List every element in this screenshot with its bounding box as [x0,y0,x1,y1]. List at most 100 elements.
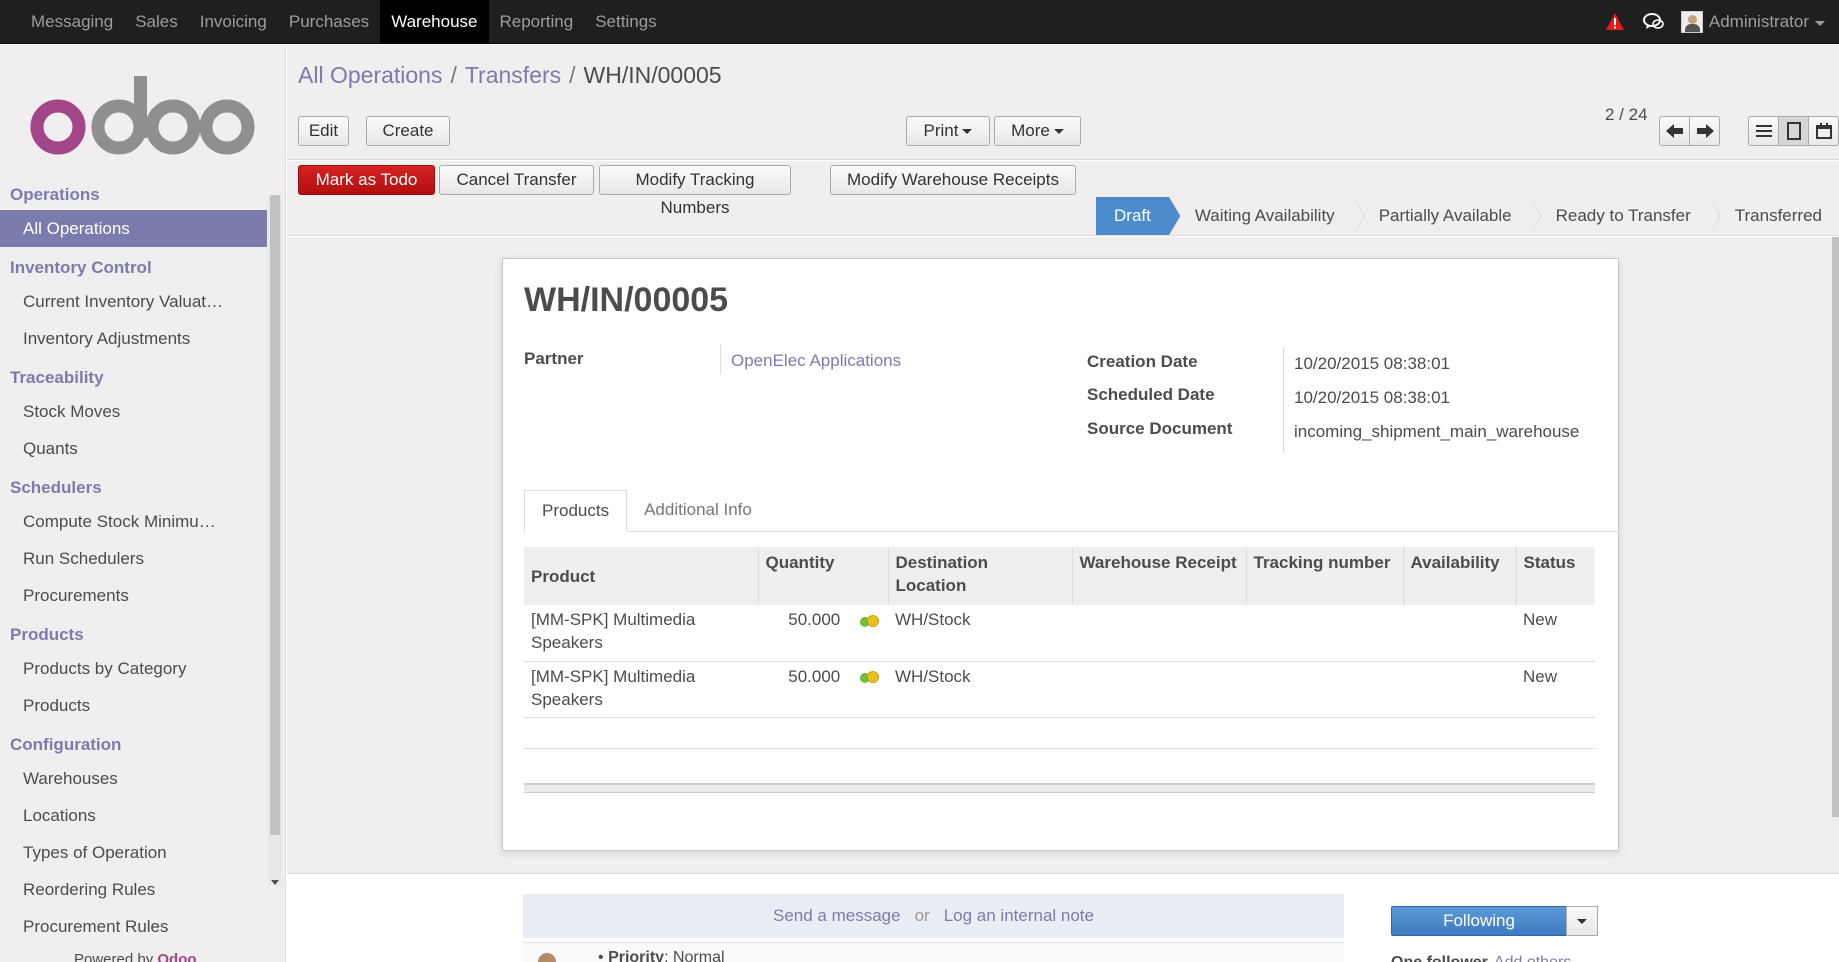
menu-reporting[interactable]: Reporting [489,0,585,44]
table-row[interactable]: [MM-SPK] Multimedia Speakers 50.000 WH/St… [524,605,1595,662]
edit-button[interactable]: Edit [298,116,349,146]
forecast-icon[interactable] [859,613,881,629]
alert-triangle-icon[interactable] [1605,12,1625,32]
caret-down-icon [962,129,973,135]
sidebar-scrollbar[interactable] [268,195,282,885]
cell-availability [1403,605,1516,662]
menu-settings[interactable]: Settings [584,0,667,44]
partner-label: Partner [524,349,584,368]
sidebar-item-run-schedulers[interactable]: Run Schedulers [0,540,267,577]
status-bar: Mark as Todo Cancel Transfer Modify Trac… [287,161,1839,236]
user-avatar[interactable] [1680,11,1703,33]
user-menu-name[interactable]: Administrator [1709,12,1809,32]
col-destination-line2: Location [895,576,967,595]
more-button[interactable]: More [994,116,1081,146]
breadcrumb-all-operations[interactable]: All Operations [298,62,442,88]
top-menu: Messaging Sales Invoicing Purchases Ware… [20,0,668,44]
following-button[interactable]: Following [1391,906,1567,936]
cell-warehouse-receipt [1072,605,1246,662]
followers-dropdown-button[interactable] [1566,906,1598,936]
cell-availability [1403,661,1516,718]
sidebar-scrollbar-thumb[interactable] [270,195,280,835]
arrow-left-icon [1665,124,1683,138]
menu-invoicing[interactable]: Invoicing [189,0,278,44]
col-availability[interactable]: Availability [1402,547,1516,605]
powered-by: Powered by Odoo [74,951,197,962]
sidebar-item-warehouses[interactable]: Warehouses [0,760,267,797]
chevron-down-icon[interactable] [1815,21,1825,26]
col-product[interactable]: Product [524,547,758,605]
pager-counter[interactable]: 2 / 24 [1605,105,1648,125]
tab-additional-info[interactable]: Additional Info [627,490,769,532]
col-status[interactable]: Status [1515,547,1595,605]
partner-link[interactable]: OpenElec Applications [731,351,901,371]
menu-sales[interactable]: Sales [124,0,189,44]
send-message-link[interactable]: Send a message [773,906,901,925]
modify-tracking-numbers-button[interactable]: Modify Tracking Numbers [599,165,791,217]
sidebar-item-products[interactable]: Products [0,687,267,724]
or-text: or [914,906,930,925]
author-avatar[interactable] [529,947,565,962]
stage-transferred[interactable]: Transferred [1709,197,1839,235]
scroll-down-arrow-icon[interactable] [271,880,279,885]
main-scrollbar[interactable] [1832,237,1839,817]
powered-by-link[interactable]: Odoo [157,951,196,962]
products-table: Product Quantity Destination Location War… [524,547,1595,718]
create-button[interactable]: Create [366,116,450,146]
sidebar-item-all-operations[interactable]: All Operations [0,210,267,247]
form-view: WH/IN/00005 Partner OpenElec Application… [287,237,1839,962]
sidebar-item-stock-moves[interactable]: Stock Moves [0,393,267,430]
sidebar-item-procurement-rules[interactable]: Procurement Rules [0,908,267,945]
sidebar-item-current-inventory-valuation[interactable]: Current Inventory Valuat… [0,283,267,320]
table-row[interactable]: [MM-SPK] Multimedia Speakers 50.000 WH/St… [524,661,1595,718]
pager-previous-button[interactable] [1659,116,1690,146]
odoo-logo[interactable] [30,70,255,165]
modify-warehouse-receipts-button[interactable]: Modify Warehouse Receipts [830,165,1076,195]
sidebar-item-types-of-operation[interactable]: Types of Operation [0,834,267,871]
scheduled-date-label: Scheduled Date [1087,385,1215,404]
tab-products[interactable]: Products [524,490,628,532]
menu-warehouse[interactable]: Warehouse [380,0,489,44]
sidebar-item-quants[interactable]: Quants [0,430,267,467]
stage-partially-available[interactable]: Partially Available [1353,197,1542,235]
col-warehouse-receipt[interactable]: Warehouse Receipt [1071,547,1246,605]
menu-messaging[interactable]: Messaging [20,0,124,44]
stage-pipeline: Draft Waiting Availability Partially Ava… [1096,197,1839,235]
sidebar: Operations All Operations Inventory Cont… [0,45,286,962]
mark-as-todo-button[interactable]: Mark as Todo [298,165,435,195]
chat-bubbles-icon[interactable] [1642,12,1665,32]
col-destination-line1: Destination [895,553,989,572]
followers-count: One follower [1391,954,1488,962]
stage-arrow-fill [1168,197,1180,235]
stage-arrow-fill [1529,197,1541,235]
menu-purchases[interactable]: Purchases [278,0,380,44]
forecast-icon[interactable] [859,669,881,685]
sidebar-item-locations[interactable]: Locations [0,797,267,834]
stage-waiting-availability[interactable]: Waiting Availability [1169,197,1365,235]
stage-transferred-label: Transferred [1734,206,1822,225]
followers-summary: One follower Add others [1391,954,1571,962]
stage-draft[interactable]: Draft [1096,197,1181,235]
quantity-value: 50.000 [788,610,841,629]
breadcrumb-transfers[interactable]: Transfers [465,62,561,88]
pager-next-button[interactable] [1689,116,1720,146]
col-quantity[interactable]: Quantity [757,547,888,605]
col-destination-location[interactable]: Destination Location [887,547,1072,605]
sidebar-item-procurements[interactable]: Procurements [0,577,267,614]
table-horizontal-scrollbar[interactable] [524,783,1595,793]
sidebar-item-inventory-adjustments[interactable]: Inventory Adjustments [0,320,267,357]
sidebar-item-products-by-category[interactable]: Products by Category [0,650,267,687]
bullet: • [598,949,604,962]
log-note-link[interactable]: Log an internal note [944,906,1094,925]
cell-product: [MM-SPK] Multimedia Speakers [524,661,758,718]
add-followers-link[interactable]: Add others [1494,954,1571,962]
sidebar-item-compute-stock-minimum[interactable]: Compute Stock Minimu… [0,503,267,540]
col-tracking-number[interactable]: Tracking number [1245,547,1403,605]
list-view-button[interactable] [1748,116,1779,146]
cancel-transfer-button[interactable]: Cancel Transfer [439,165,594,195]
calendar-view-button[interactable] [1808,116,1839,146]
print-button[interactable]: Print [906,116,990,146]
stage-ready-to-transfer[interactable]: Ready to Transfer [1530,197,1721,235]
sidebar-item-reordering-rules[interactable]: Reordering Rules [0,871,267,908]
form-view-button[interactable] [1778,116,1809,146]
